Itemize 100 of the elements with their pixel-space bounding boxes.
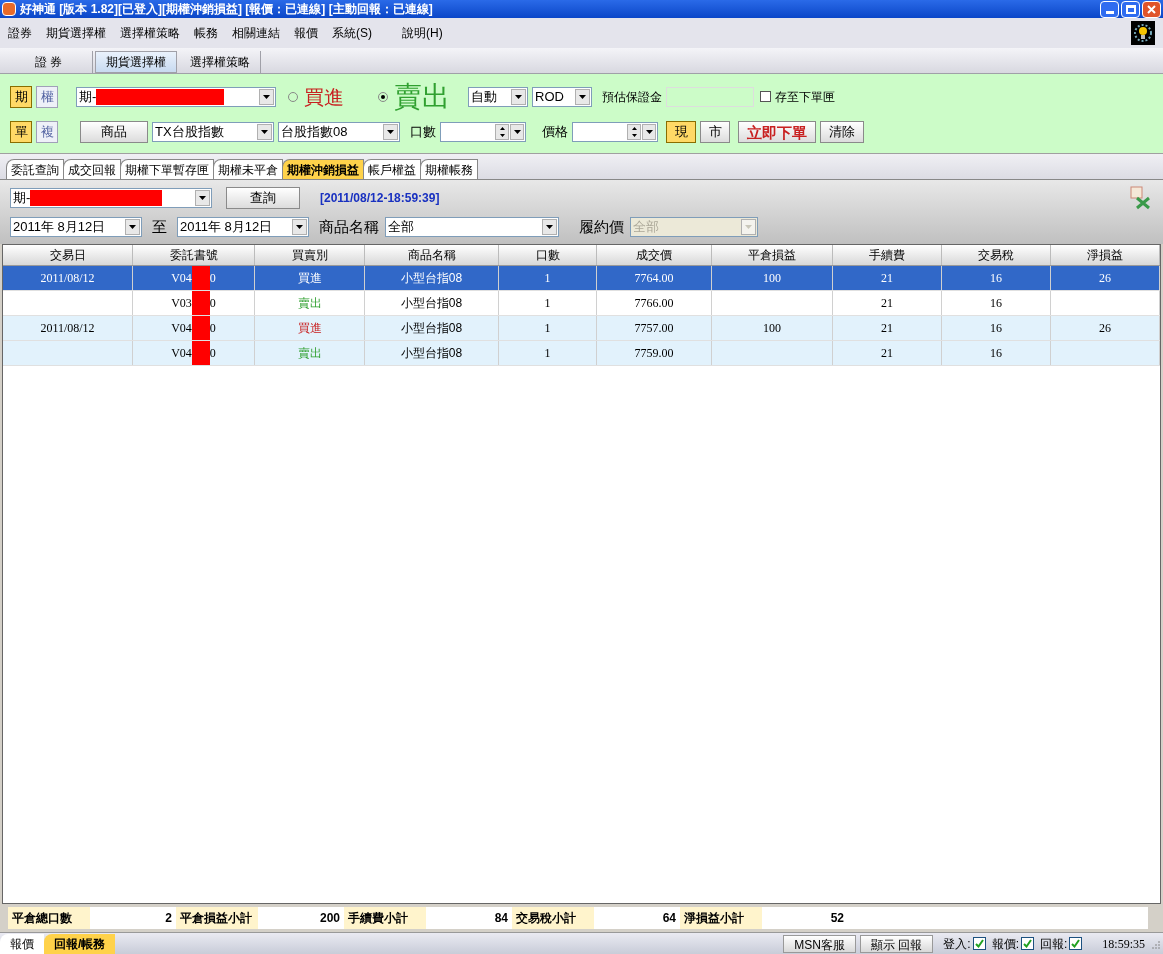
- table-cell-text: 0: [209, 345, 216, 362]
- column-header[interactable]: 口數: [499, 245, 597, 265]
- table-cell-text: 1: [544, 295, 551, 312]
- maximize-button[interactable]: [1121, 0, 1140, 18]
- redaction-bar: [191, 316, 210, 340]
- table-cell-text: V04: [171, 320, 192, 337]
- sub-tab[interactable]: 期權帳務: [420, 159, 478, 179]
- toggle-button[interactable]: 期: [10, 85, 32, 108]
- table-cell-text: 16: [990, 270, 1002, 287]
- toggle-button[interactable]: 單: [10, 120, 32, 143]
- table-cell-text: 1: [544, 320, 551, 337]
- checkmark-icon: [1023, 939, 1032, 948]
- column-header[interactable]: 淨損益: [1051, 245, 1160, 265]
- table-cell-text: V04: [171, 270, 192, 287]
- sub-tab[interactable]: 委託查詢: [6, 159, 64, 179]
- app-icon: [2, 2, 16, 16]
- save-checkbox[interactable]: 存至下單匣: [760, 87, 835, 106]
- redaction-bar: [191, 266, 210, 290]
- price-type-button[interactable]: 市: [700, 120, 730, 143]
- table-cell-text: 100: [763, 270, 781, 287]
- bottom-tab[interactable]: 回報/帳務: [44, 933, 116, 954]
- contract-dropdown[interactable]: 台股指數08: [278, 121, 400, 142]
- table-cell-text: 7766.00: [634, 295, 674, 312]
- side-radio[interactable]: 買進: [288, 81, 344, 112]
- main-tab[interactable]: 選擇權策略: [179, 51, 261, 73]
- redaction-bar: [191, 291, 210, 315]
- menu-item[interactable]: 證券: [8, 24, 32, 42]
- table-cell-text: 100: [763, 320, 781, 337]
- table-row[interactable]: 2011/08/12 V04 0 買進 小型台指08 1 7764.00 100 21 16 26: [3, 266, 1160, 291]
- sub-tab[interactable]: 期權沖銷損益: [282, 159, 364, 179]
- summary-label: 淨損益小計: [680, 907, 762, 929]
- status-checkbox[interactable]: 報價:: [991, 934, 1034, 953]
- margin-label: 預估保證金: [602, 88, 662, 106]
- status-button[interactable]: MSN客服: [783, 934, 856, 953]
- quantity-field[interactable]: [440, 121, 526, 142]
- price-type-button[interactable]: 現: [666, 120, 696, 143]
- checkmark-icon: [974, 939, 984, 948]
- end-date-picker[interactable]: 2011年 8月12日: [177, 217, 309, 237]
- start-date-picker[interactable]: 2011年 8月12日: [10, 217, 142, 237]
- table-cell-text: 0: [209, 295, 216, 312]
- summary-value: 200: [258, 907, 344, 929]
- table-cell-text: 買進: [297, 270, 322, 287]
- status-button[interactable]: 顯示 回報: [859, 934, 934, 953]
- menu-item[interactable]: 報價: [294, 24, 318, 42]
- table-row[interactable]: 2011/08/12 V04 0 買進 小型台指08 1 7757.00 100 21 16 26: [3, 316, 1160, 341]
- price-label: 價格: [542, 122, 568, 141]
- close-button[interactable]: [1142, 0, 1161, 18]
- toggle-button[interactable]: 複: [36, 120, 58, 143]
- column-header[interactable]: 委託書號: [133, 245, 255, 265]
- summary-value: 2: [90, 907, 176, 929]
- product-button[interactable]: 商品: [80, 120, 148, 143]
- clear-button[interactable]: 清除: [820, 120, 864, 143]
- column-header[interactable]: 手續費: [833, 245, 942, 265]
- menu-item[interactable]: 選擇權策略: [120, 24, 180, 42]
- table-cell-text: 16: [990, 345, 1002, 362]
- export-excel-icon[interactable]: [1129, 185, 1153, 210]
- toggle-button[interactable]: 權: [36, 85, 58, 108]
- table-cell-text: 1: [544, 270, 551, 287]
- product-name-label: 商品名稱: [319, 216, 379, 237]
- order-type-dropdown[interactable]: ROD: [532, 86, 592, 107]
- submit-order-button[interactable]: 立即下單: [738, 120, 816, 143]
- column-header[interactable]: 商品名稱: [365, 245, 499, 265]
- minimize-button[interactable]: [1100, 0, 1119, 18]
- table-cell-text: 賣出: [297, 295, 322, 312]
- main-tab[interactable]: 證 券: [5, 51, 93, 73]
- sub-tab[interactable]: 成交回報: [63, 159, 121, 179]
- menu-item[interactable]: 系統(S): [332, 24, 372, 42]
- column-header[interactable]: 成交價: [597, 245, 712, 265]
- status-checkbox[interactable]: 登入:: [943, 934, 986, 953]
- bottom-tab[interactable]: 報價: [0, 933, 44, 954]
- product-name-dropdown[interactable]: 全部: [385, 217, 559, 237]
- menu-item[interactable]: 說明(H): [402, 24, 443, 42]
- column-header[interactable]: 買賣別: [255, 245, 365, 265]
- account-dropdown[interactable]: 期-: [76, 86, 276, 107]
- menu-item[interactable]: 相關連結: [232, 24, 280, 42]
- quantity-label: 口數: [410, 122, 436, 141]
- price-field[interactable]: [572, 121, 658, 142]
- product-dropdown[interactable]: TX台股指數: [152, 121, 274, 142]
- table-row[interactable]: V03 0 賣出 小型台指08 1 7766.00 21 16: [3, 291, 1160, 316]
- table-cell-text: 2011/08/12: [40, 320, 95, 337]
- main-tab[interactable]: 期貨選擇權: [95, 51, 177, 73]
- menu-item[interactable]: 期貨選擇權: [46, 24, 106, 42]
- table-cell-text: 賣出: [297, 345, 322, 362]
- lightbulb-icon[interactable]: [1131, 21, 1155, 45]
- table-cell-text: 0: [209, 270, 216, 287]
- menu-item[interactable]: 帳務: [194, 24, 218, 42]
- column-header[interactable]: 交易日: [3, 245, 133, 265]
- table-cell-text: 1: [544, 345, 551, 362]
- query-button[interactable]: 查詢: [226, 186, 300, 209]
- condition-dropdown[interactable]: 自動: [468, 86, 528, 107]
- sub-tab[interactable]: 期權下單暫存匣: [120, 159, 214, 179]
- column-header[interactable]: 交易稅: [942, 245, 1051, 265]
- table-row[interactable]: V04 0 賣出 小型台指08 1 7759.00 21 16: [3, 341, 1160, 366]
- sub-tab[interactable]: 期權未平倉: [213, 159, 283, 179]
- summary-value: 64: [594, 907, 680, 929]
- status-checkbox[interactable]: 回報:: [1040, 934, 1083, 953]
- account-dropdown[interactable]: 期-: [10, 187, 212, 208]
- table-cell-text: 7764.00: [634, 270, 674, 287]
- sub-tab[interactable]: 帳戶權益: [363, 159, 421, 179]
- column-header[interactable]: 平倉損益: [712, 245, 833, 265]
